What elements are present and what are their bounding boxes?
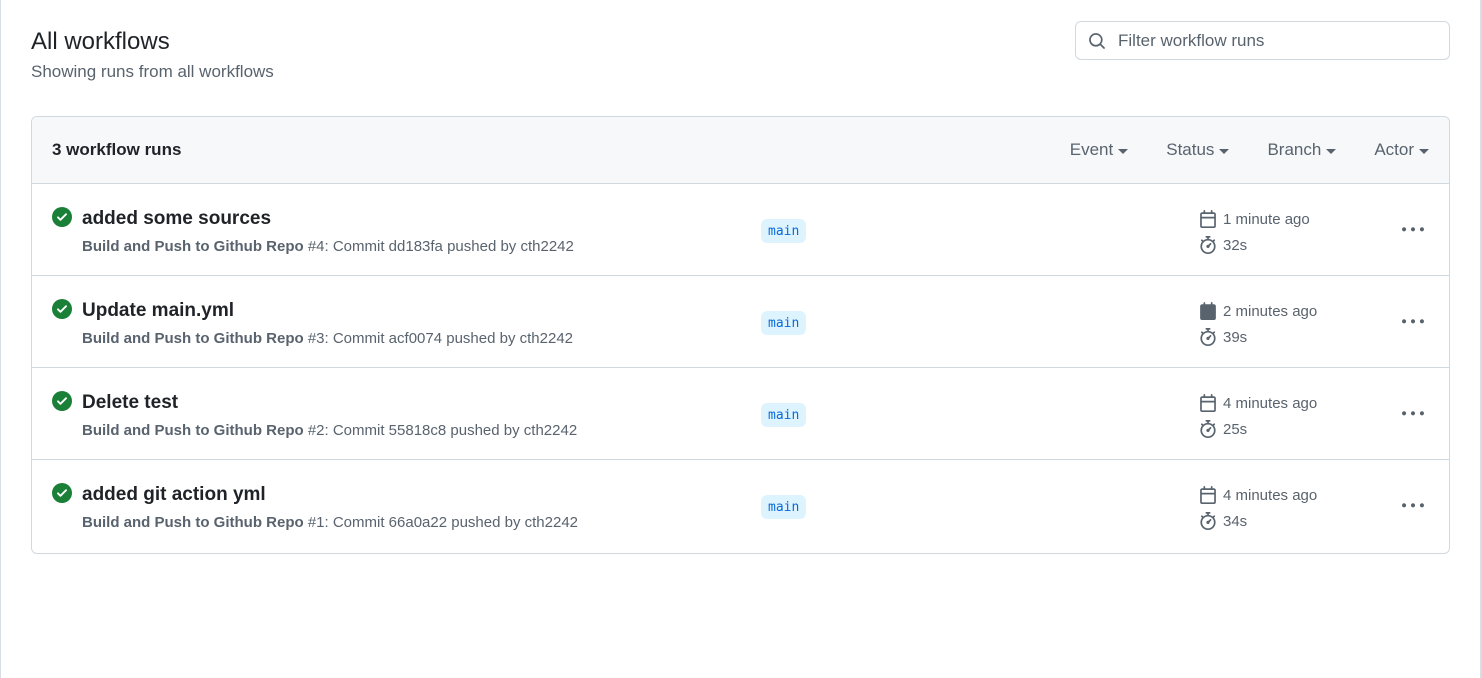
actor-filter-button[interactable]: Actor — [1374, 140, 1429, 160]
run-number: #1 — [307, 514, 325, 531]
caret-down-icon — [1326, 148, 1337, 154]
check-circle-fill-icon — [52, 391, 72, 411]
run-timing: 4 minutes ago 34s — [1199, 484, 1317, 532]
run-meta: Build and Push to Github Repo #1: Commit… — [82, 513, 578, 533]
caret-down-icon — [1419, 148, 1429, 154]
run-timing: 4 minutes ago 25s — [1199, 392, 1317, 440]
runs-count: 3 workflow runs — [52, 140, 182, 159]
page-header: All workflows Showing runs from all work… — [31, 26, 274, 83]
calendar-icon — [1200, 486, 1216, 504]
frame-left-border — [0, 0, 1, 678]
run-duration: 25s — [1223, 420, 1248, 438]
run-title-link[interactable]: Update main.yml — [82, 299, 234, 323]
workflow-runs-list: 3 workflow runs Event Status Branch Acto… — [31, 116, 1450, 554]
workflow-run-row[interactable]: Update main.yml Build and Push to Github… — [32, 276, 1449, 368]
run-meta: Build and Push to Github Repo #3: Commit… — [82, 329, 573, 349]
status-filter-label: Status — [1166, 140, 1215, 159]
workflow-run-row[interactable]: added some sources Build and Push to Git… — [32, 184, 1449, 276]
run-commit-text: : Commit dd183fa pushed by cth2242 — [324, 238, 574, 255]
workflow-run-row[interactable]: Delete test Build and Push to Github Rep… — [32, 368, 1449, 460]
filter-workflow-runs[interactable] — [1075, 21, 1450, 60]
run-commit-text: : Commit acf0074 pushed by cth2242 — [324, 330, 573, 347]
run-duration: 32s — [1223, 236, 1248, 254]
branch-label[interactable]: main — [761, 495, 807, 519]
stopwatch-icon — [1200, 420, 1216, 438]
branch-label[interactable]: main — [761, 403, 807, 427]
workflow-name: Build and Push to Github Repo — [82, 238, 304, 255]
kebab-horizontal-icon[interactable] — [1399, 494, 1427, 518]
run-duration: 34s — [1223, 512, 1248, 530]
run-title-link[interactable]: added some sources — [82, 207, 271, 231]
check-circle-fill-icon — [52, 207, 72, 227]
run-timing: 2 minutes ago 39s — [1199, 300, 1317, 348]
runs-filters: Event Status Branch Actor — [1032, 140, 1429, 160]
runs-list-header: 3 workflow runs Event Status Branch Acto… — [32, 117, 1449, 184]
run-number: #2 — [307, 422, 325, 439]
kebab-horizontal-icon[interactable] — [1399, 310, 1427, 334]
filter-input[interactable] — [1118, 30, 1438, 51]
workflow-name: Build and Push to Github Repo — [82, 422, 304, 439]
event-filter-label: Event — [1069, 140, 1114, 159]
run-number: #4 — [307, 238, 325, 255]
status-filter-button[interactable]: Status — [1166, 140, 1230, 160]
run-duration: 39s — [1223, 328, 1248, 346]
run-title-link[interactable]: Delete test — [82, 391, 178, 415]
actor-filter-label: Actor — [1374, 140, 1414, 159]
search-icon — [1088, 31, 1108, 51]
run-time-ago: 1 minute ago — [1223, 210, 1310, 228]
stopwatch-icon — [1200, 512, 1216, 530]
workflow-name: Build and Push to Github Repo — [82, 514, 304, 531]
kebab-horizontal-icon[interactable] — [1399, 402, 1427, 426]
run-commit-text: : Commit 66a0a22 pushed by cth2242 — [324, 514, 579, 531]
run-time-ago: 4 minutes ago — [1223, 394, 1318, 412]
branch-label[interactable]: main — [761, 311, 807, 335]
run-timing: 1 minute ago 32s — [1199, 208, 1310, 256]
run-commit-text: : Commit 55818c8 pushed by cth2242 — [324, 422, 578, 439]
workflow-run-row[interactable]: added git action yml Build and Push to G… — [32, 460, 1449, 552]
caret-down-icon — [1118, 148, 1129, 154]
run-meta: Build and Push to Github Repo #2: Commit… — [82, 421, 577, 441]
stopwatch-icon — [1200, 236, 1216, 254]
calendar-icon — [1200, 394, 1216, 412]
page-subtitle: Showing runs from all workflows — [31, 62, 274, 81]
page-title: All workflows — [31, 28, 170, 55]
check-circle-fill-icon — [52, 299, 72, 319]
branch-filter-button[interactable]: Branch — [1267, 140, 1337, 160]
branch-filter-label: Branch — [1267, 140, 1322, 159]
run-meta: Build and Push to Github Repo #4: Commit… — [82, 237, 574, 257]
run-time-ago: 2 minutes ago — [1223, 302, 1318, 320]
branch-label[interactable]: main — [761, 219, 807, 243]
run-time-ago: 4 minutes ago — [1223, 486, 1318, 504]
run-number: #3 — [307, 330, 325, 347]
check-circle-fill-icon — [52, 483, 72, 503]
kebab-horizontal-icon[interactable] — [1399, 218, 1427, 242]
workflow-name: Build and Push to Github Repo — [82, 330, 304, 347]
caret-down-icon — [1219, 148, 1230, 154]
calendar-icon — [1200, 210, 1216, 228]
calendar-icon — [1200, 302, 1216, 320]
event-filter-button[interactable]: Event — [1069, 140, 1129, 160]
run-title-link[interactable]: added git action yml — [82, 483, 266, 507]
stopwatch-icon — [1200, 328, 1216, 346]
